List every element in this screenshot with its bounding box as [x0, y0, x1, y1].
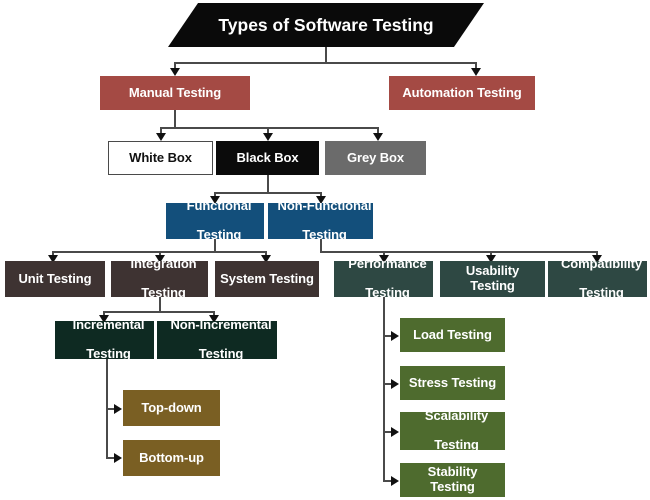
node-label: Grey Box: [346, 149, 404, 165]
node-label-line1: Performance: [348, 256, 427, 272]
node-label: White Box: [129, 149, 192, 165]
connector-manual-stem: [174, 110, 176, 128]
node-white-box[interactable]: White Box: [108, 141, 213, 175]
node-label-line1: Functional: [186, 198, 252, 214]
node-label-line2: Testing: [196, 227, 242, 243]
node-label: Load Testing: [413, 326, 492, 342]
node-label-line2: Testing: [198, 346, 244, 362]
arrow-to-manual-testing: [170, 68, 180, 76]
node-black-box[interactable]: Black Box: [216, 141, 319, 175]
node-automation-testing[interactable]: Automation Testing: [389, 76, 535, 110]
node-label: Stress Testing: [408, 374, 497, 390]
node-system-testing[interactable]: System Testing: [215, 261, 319, 297]
node-bottom-up[interactable]: Bottom-up: [123, 440, 220, 476]
page-title: Types of Software Testing: [218, 14, 434, 35]
node-label: Functional Testing: [166, 199, 264, 243]
diagram-title-banner: Types of Software Testing: [168, 3, 484, 47]
node-label: System Testing: [220, 270, 314, 286]
node-label-line1: Non-Incremental: [170, 317, 272, 333]
node-label: Compatibility Testing: [548, 257, 647, 301]
arrow-to-stress-testing: [391, 379, 399, 389]
node-label: Integration Testing: [111, 257, 208, 301]
node-label-line2: Testing: [579, 285, 624, 301]
connector-level3-bus: [214, 192, 321, 194]
connector-level1-bus: [174, 62, 476, 64]
node-label: Non-Functional Testing: [268, 199, 373, 243]
node-label-line2: Testing: [302, 227, 347, 243]
connector-incremental-bus: [103, 311, 214, 313]
node-stress-testing[interactable]: Stress Testing: [400, 366, 505, 400]
arrow-to-scalability-testing: [391, 427, 399, 437]
node-label-line1: Scalability: [424, 408, 489, 424]
node-integration-testing[interactable]: Integration Testing: [111, 257, 208, 300]
node-label-line1: Incremental: [72, 317, 145, 333]
node-label: Non-Incremental Testing: [157, 318, 277, 362]
arrow-to-black-box: [263, 133, 273, 141]
node-functional-testing[interactable]: Functional Testing: [166, 199, 264, 242]
software-testing-diagram: Types of Software Testing Manual Testing…: [0, 0, 650, 500]
node-label: Top-down: [141, 399, 202, 415]
node-label-line2: Testing: [86, 346, 131, 362]
node-incremental-testing[interactable]: Incremental Testing: [55, 318, 154, 362]
node-label: Bottom-up: [139, 449, 204, 465]
node-label: Unit Testing: [18, 270, 92, 286]
node-non-incremental-testing[interactable]: Non-Incremental Testing: [157, 318, 277, 362]
node-label: Incremental Testing: [55, 318, 154, 362]
arrow-to-load-testing: [391, 331, 399, 341]
node-label: Performance Testing: [334, 257, 433, 301]
node-label-line2: Testing: [141, 285, 186, 301]
node-manual-testing[interactable]: Manual Testing: [100, 76, 250, 110]
node-label: Stability Testing: [427, 464, 478, 494]
connector-blackbox-stem: [267, 175, 269, 193]
arrow-to-top-down: [114, 404, 122, 414]
node-label: Black Box: [236, 149, 299, 165]
connector-title-stem: [325, 47, 327, 63]
connector-nonfunctional-children-bus: [320, 251, 597, 253]
node-unit-testing[interactable]: Unit Testing: [5, 261, 105, 297]
node-label-line1: Non-Functional: [277, 198, 372, 214]
node-stability-testing[interactable]: Stability Testing: [400, 463, 505, 497]
node-non-functional-testing[interactable]: Non-Functional Testing: [268, 199, 373, 242]
arrow-to-automation-testing: [471, 68, 481, 76]
node-label: Scalability Testing: [400, 409, 505, 453]
node-label-line2: Testing: [365, 285, 410, 301]
node-grey-box[interactable]: Grey Box: [325, 141, 426, 175]
node-usability-testing[interactable]: Usability Testing: [440, 261, 545, 297]
arrow-to-stability-testing: [391, 476, 399, 486]
node-label-line1: Compatibility: [560, 256, 643, 272]
node-label: Automation Testing: [402, 84, 522, 100]
arrow-to-grey-box: [373, 133, 383, 141]
node-top-down[interactable]: Top-down: [123, 390, 220, 426]
node-performance-testing[interactable]: Performance Testing: [334, 257, 433, 300]
node-label-line1: Integration: [130, 256, 197, 272]
node-scalability-testing[interactable]: Scalability Testing: [400, 409, 505, 453]
node-label: Manual Testing: [128, 84, 222, 100]
arrow-to-bottom-up: [114, 453, 122, 463]
node-label-line2: Testing: [434, 437, 479, 453]
node-load-testing[interactable]: Load Testing: [400, 318, 505, 352]
node-compatibility-testing[interactable]: Compatibility Testing: [548, 257, 647, 300]
connector-level2-bus: [160, 127, 378, 129]
arrow-to-white-box: [156, 133, 166, 141]
connector-performance-spine: [383, 297, 385, 481]
node-label: Usability Testing: [465, 263, 520, 293]
